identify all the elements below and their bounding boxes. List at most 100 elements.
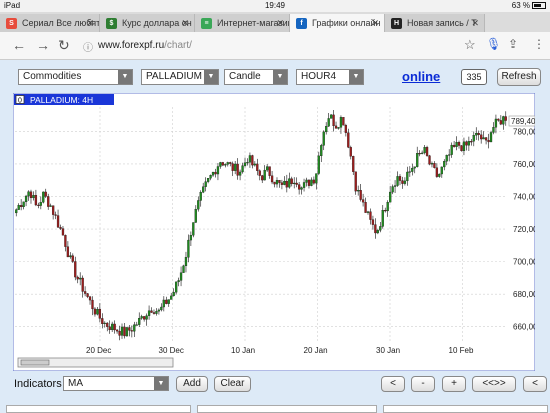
refresh-button[interactable]: Refresh <box>497 68 541 86</box>
candle-up <box>494 118 498 128</box>
chart-type-select[interactable]: Candle ▼ <box>224 69 288 85</box>
back-icon[interactable]: ← <box>12 37 26 53</box>
candle-up <box>482 137 485 140</box>
candle-down <box>93 308 97 315</box>
candle-up <box>248 155 252 163</box>
price-chart[interactable]: 660,00 680,00 700,00 720,00 740,00 760,00 780,… <box>13 93 535 371</box>
candle-down <box>398 176 402 181</box>
candle-down <box>258 170 261 176</box>
y-tick-label: 760,00 <box>513 160 535 169</box>
candle-up <box>266 166 269 171</box>
y-tick-label: 720,00 <box>513 225 535 234</box>
close-icon[interactable]: ✕ <box>181 14 189 32</box>
candle-up <box>42 191 45 203</box>
candle-down <box>236 163 239 176</box>
candle-up <box>445 154 448 162</box>
candle-down <box>98 308 102 319</box>
category-select[interactable]: Commodities ▼ <box>18 69 133 85</box>
forward-icon[interactable]: → <box>36 37 50 53</box>
candle-down <box>344 125 348 133</box>
candle-up <box>172 292 175 297</box>
candle-up <box>339 117 343 128</box>
indicators-label: Indicators <box>14 378 62 390</box>
fit-all-button[interactable]: <<>> <box>472 376 516 392</box>
candle-down <box>268 166 271 176</box>
candle-down <box>106 322 109 327</box>
reload-icon[interactable]: ↻ <box>58 37 70 54</box>
candle-up <box>79 277 82 280</box>
candle-down <box>91 299 94 310</box>
candle-down <box>88 296 92 301</box>
bookmark-star-icon[interactable]: ☆ <box>464 37 476 53</box>
candle-up <box>253 163 256 166</box>
close-icon[interactable]: ✕ <box>371 14 379 32</box>
candle-down <box>497 118 500 121</box>
instrument-select[interactable]: PALLADIUM ▼ <box>141 69 219 85</box>
timeframe-select[interactable]: HOUR4 ▼ <box>296 69 364 85</box>
candle-up <box>376 230 379 234</box>
candle-down <box>290 178 293 185</box>
candle-up <box>440 166 443 175</box>
online-link[interactable]: online <box>402 69 440 84</box>
candle-down <box>150 310 153 313</box>
candle-up <box>300 187 303 190</box>
microphone-icon[interactable]: 🎙 <box>486 37 501 51</box>
candle-down <box>359 190 362 200</box>
address-bar[interactable]: ⓘ www.forexpf.ru/chart/ <box>80 37 500 55</box>
chart-frame <box>13 93 535 371</box>
candle-down <box>29 191 33 199</box>
tab-shop[interactable]: ≡ Интернет-магазин ✕ <box>195 14 290 32</box>
candle-up <box>103 322 106 324</box>
y-tick-label: 700,00 <box>513 258 535 267</box>
candle-down <box>465 141 468 146</box>
close-icon[interactable]: ✕ <box>471 14 479 32</box>
candle-up <box>197 200 200 210</box>
candle-down <box>231 163 234 171</box>
candle-down <box>108 326 111 331</box>
tab-serial[interactable]: S Сериал Все любят ✕ <box>0 14 100 32</box>
candle-up <box>187 239 190 258</box>
candle-up <box>15 209 18 214</box>
scroll-end-button[interactable]: < <box>523 376 547 392</box>
candle-up <box>69 255 72 258</box>
candle-up <box>467 141 471 146</box>
y-tick-label: 680,00 <box>513 290 535 299</box>
candle-up <box>420 152 424 154</box>
candle-down <box>61 228 65 236</box>
candle-down <box>229 162 232 164</box>
candle-down <box>364 202 367 213</box>
candle-down <box>295 182 298 185</box>
candle-up <box>157 309 161 312</box>
candle-up <box>423 147 426 154</box>
candle-down <box>349 147 352 157</box>
indicator-panel-right <box>383 405 548 413</box>
candle-up <box>325 126 328 133</box>
candle-down <box>499 120 502 125</box>
scroll-left-button[interactable]: < <box>381 376 405 392</box>
candle-down <box>280 182 284 185</box>
add-indicator-button[interactable]: Add <box>176 376 208 392</box>
bars-count-input[interactable]: 335 <box>461 69 487 85</box>
zoom-in-button[interactable]: + <box>442 376 466 392</box>
chevron-down-icon: ▼ <box>273 70 287 84</box>
indicator-select[interactable]: MA ▼ <box>63 376 169 391</box>
page-info-icon[interactable]: ⓘ <box>83 39 93 54</box>
close-icon[interactable]: ✕ <box>276 14 284 32</box>
zoom-out-button[interactable]: - <box>411 376 435 392</box>
tab-dollar[interactable]: $ Курс доллара он ✕ <box>100 14 195 32</box>
close-icon[interactable]: ✕ <box>86 14 94 32</box>
clear-indicators-button[interactable]: Clear <box>214 376 251 392</box>
candle-down <box>374 224 377 234</box>
share-icon[interactable]: ⇪ <box>508 37 518 51</box>
menu-icon[interactable]: ⋮ <box>533 37 545 51</box>
candle-up <box>120 326 124 336</box>
tab-charts[interactable]: f Графики онлайн ✕ <box>290 14 385 32</box>
candle-up <box>443 161 446 168</box>
chart-type-value: Candle <box>229 71 261 82</box>
candle-down <box>115 329 119 332</box>
tab-new-post[interactable]: H Новая запись / T ✕ <box>385 14 485 32</box>
candle-down <box>113 323 116 331</box>
candle-up <box>408 171 411 173</box>
candle-down <box>74 261 77 278</box>
x-tick-label: 30 Dec <box>159 346 184 355</box>
